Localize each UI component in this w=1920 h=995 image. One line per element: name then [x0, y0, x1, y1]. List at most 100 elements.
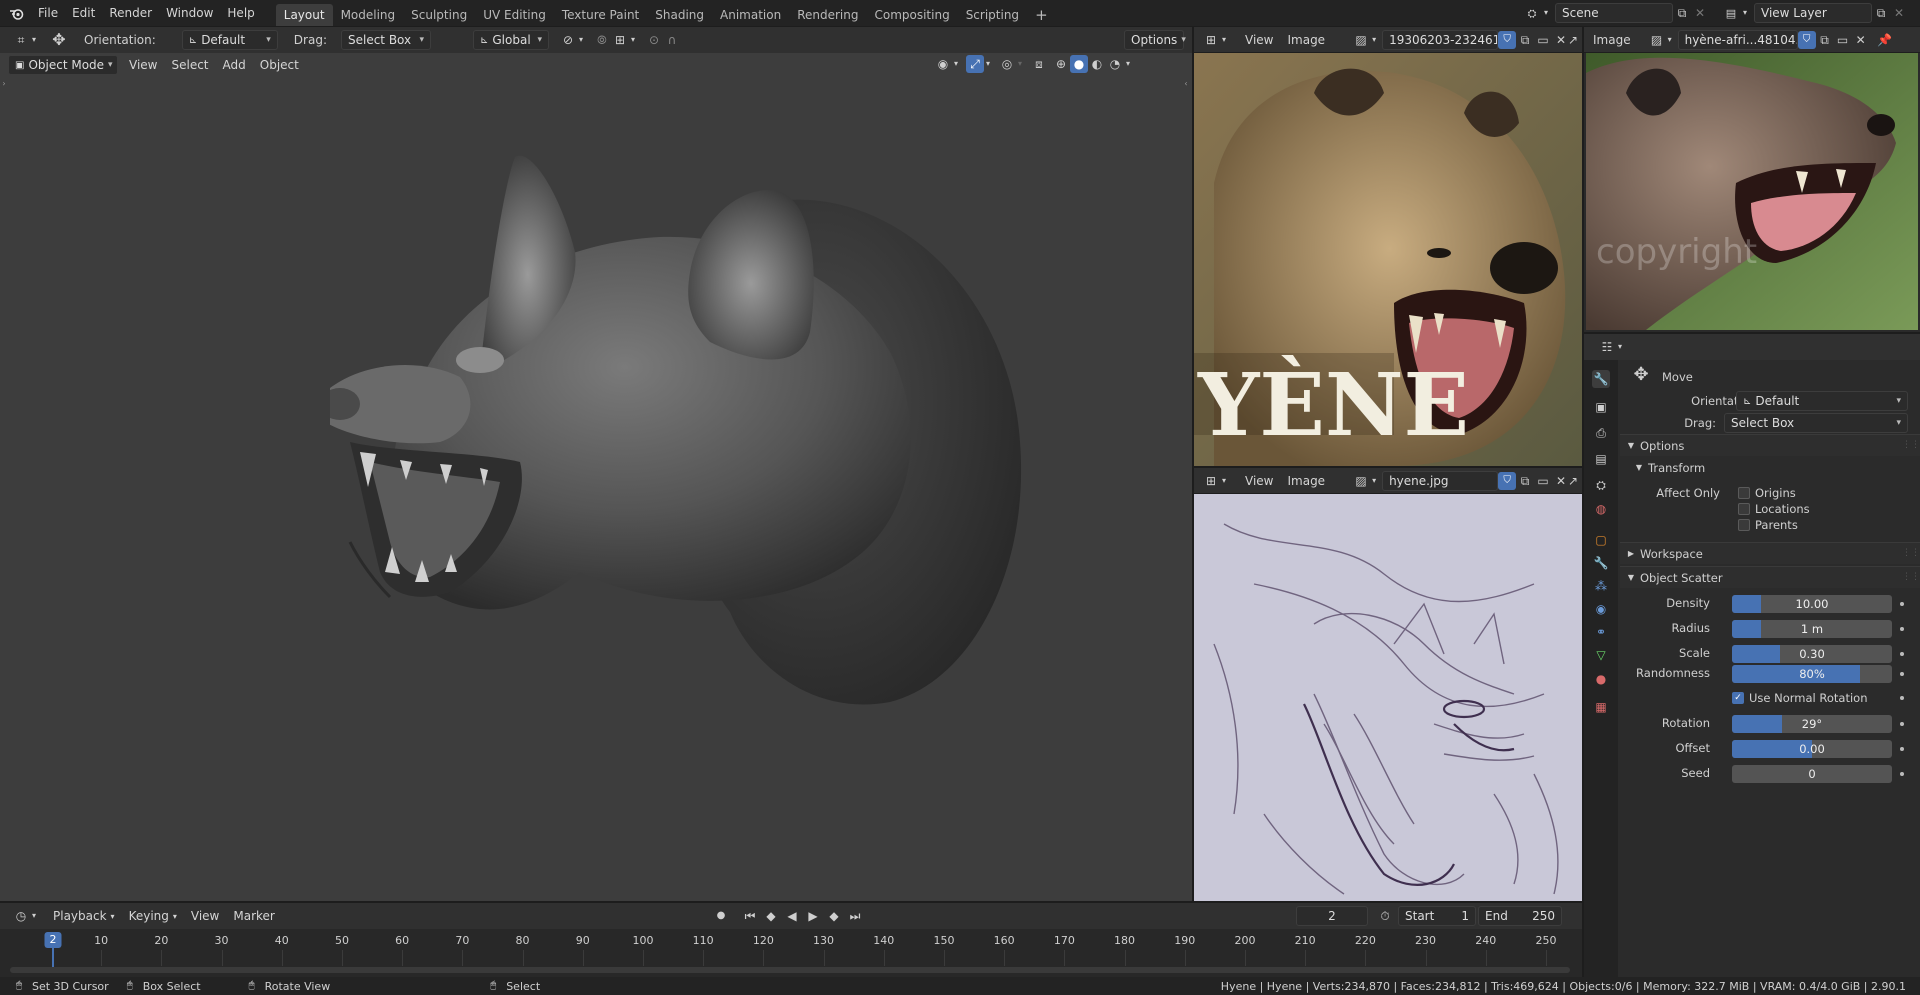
remove-view-layer-icon[interactable]: ✕ — [1890, 4, 1908, 22]
image-bottom-name-field[interactable]: hyene.jpg — [1382, 470, 1499, 491]
keyframe-dot-icon[interactable] — [1900, 652, 1904, 656]
new-image-icon[interactable]: ⧉ — [1516, 31, 1534, 49]
current-frame-field[interactable]: 2 — [1296, 906, 1368, 926]
tab-scripting[interactable]: Scripting — [958, 4, 1027, 26]
editor-corner-icon[interactable]: ↗ — [1564, 31, 1582, 49]
start-frame-field[interactable]: Start 1 — [1398, 906, 1476, 926]
jump-start-icon[interactable]: ⏮ — [741, 907, 759, 925]
wireframe-shading-icon[interactable]: ⊕ — [1052, 55, 1070, 73]
menu-file[interactable]: File — [31, 3, 65, 23]
new-scene-icon[interactable]: ⧉ — [1673, 4, 1691, 22]
image-editor-icon[interactable]: ⊞ — [1202, 31, 1220, 49]
open-image-icon[interactable]: ▭ — [1534, 472, 1552, 490]
tab-layout[interactable]: Layout — [275, 4, 333, 26]
open-image-icon[interactable]: ▭ — [1534, 31, 1552, 49]
transform-subpanel-header[interactable]: ▼ Transform — [1630, 458, 1920, 478]
timeline-menu-marker[interactable]: Marker — [226, 906, 281, 926]
material-tab-icon[interactable]: ● — [1592, 670, 1610, 688]
tab-texture-paint[interactable]: Texture Paint — [554, 4, 647, 26]
drag-handle-icon[interactable]: ⋮⋮ — [1902, 569, 1920, 587]
scene-field[interactable]: Scene — [1555, 3, 1673, 23]
tab-compositing[interactable]: Compositing — [866, 4, 957, 26]
image-browse-icon[interactable]: ▨ — [1352, 31, 1370, 49]
render-tab-icon[interactable]: ▣ — [1592, 398, 1610, 416]
transform-space-dropdown[interactable]: ⊾ Global ▾ — [472, 30, 549, 50]
gizmo-icon[interactable]: ⤢ — [966, 55, 984, 73]
menu-window[interactable]: Window — [159, 3, 220, 23]
jump-end-icon[interactable]: ⏭ — [846, 907, 864, 925]
image-right-name-field[interactable]: hyène-afri...48104.jpg — [1677, 29, 1798, 50]
scene-selector[interactable]: ⛭ ▾ Scene ⧉ ✕ — [1523, 3, 1741, 23]
new-image-icon[interactable]: ⧉ — [1516, 472, 1534, 490]
view-layer-selector[interactable]: ▤ ▾ View Layer ⧉ ✕ — [1722, 3, 1918, 23]
particles-tab-icon[interactable]: ⁂ — [1592, 577, 1610, 595]
tab-sculpting[interactable]: Sculpting — [403, 4, 475, 26]
properties-drag-dropdown[interactable]: Select Box ▾ — [1724, 413, 1908, 433]
modifier-tab-icon[interactable]: 🔧 — [1592, 554, 1610, 572]
constraints-tab-icon[interactable]: ⚭ — [1592, 623, 1610, 641]
physics-tab-icon[interactable]: ◉ — [1592, 600, 1610, 618]
scene-tab-icon[interactable]: ⛭ — [1592, 476, 1610, 494]
end-frame-field[interactable]: End 250 — [1478, 906, 1562, 926]
object-tab-icon[interactable]: ▢ — [1592, 531, 1610, 549]
timeline-editor-icon[interactable]: ◷ — [12, 907, 30, 925]
density-slider[interactable]: 10.00 — [1732, 595, 1892, 613]
image-right-menu-image[interactable]: Image — [1586, 30, 1638, 50]
close-image-icon[interactable]: ✕ — [1852, 31, 1870, 49]
viewport-3d[interactable]: ⌗ ▾ ✥ Orientation: ⊾ Default ▾ Drag: Sel… — [0, 27, 1192, 901]
image-top-menu-image[interactable]: Image — [1280, 30, 1332, 50]
blender-logo-icon[interactable] — [7, 4, 25, 22]
drag-handle-icon[interactable]: ⋮⋮ — [1902, 437, 1920, 455]
timeline-menu-keying[interactable]: Keying ▾ — [122, 906, 184, 926]
view-layer-field[interactable]: View Layer — [1754, 3, 1872, 23]
tool-tab-icon[interactable]: 🔧 — [1592, 370, 1610, 388]
object-scatter-panel-header[interactable]: ▼ Object Scatter ⋮⋮ — [1620, 566, 1920, 588]
viewport-menu-add[interactable]: Add — [216, 55, 253, 75]
keyframe-dot-icon[interactable] — [1900, 627, 1904, 631]
radius-slider[interactable]: 1 m — [1732, 620, 1892, 638]
view-layer-tab-icon[interactable]: ▤ — [1592, 450, 1610, 468]
image-browse-icon[interactable]: ▨ — [1352, 472, 1370, 490]
image-top-name-field[interactable]: 19306203-232461... — [1382, 29, 1499, 50]
orientation-dropdown[interactable]: ⊾ Default ▾ — [181, 30, 278, 50]
menu-edit[interactable]: Edit — [65, 3, 102, 23]
image-top-menu-view[interactable]: View — [1238, 30, 1280, 50]
keyframe-dot-icon[interactable] — [1900, 722, 1904, 726]
snap-icon[interactable]: ⦾ — [593, 31, 611, 49]
timeline-scrollbar[interactable] — [10, 967, 1570, 973]
new-view-layer-icon[interactable]: ⧉ — [1872, 4, 1890, 22]
timeline-menu-playback[interactable]: Playback ▾ — [46, 906, 122, 926]
options-panel-header[interactable]: ▼ Options ⋮⋮ — [1620, 434, 1920, 456]
data-tab-icon[interactable]: ▽ — [1592, 646, 1610, 664]
keyframe-dot-icon[interactable] — [1900, 696, 1904, 700]
image-bottom-menu-view[interactable]: View — [1238, 471, 1280, 491]
keyframe-dot-icon[interactable] — [1900, 672, 1904, 676]
viewport-menu-select[interactable]: Select — [164, 55, 215, 75]
stopwatch-icon[interactable]: ⏱ — [1376, 907, 1394, 925]
rotation-slider[interactable]: 29° — [1732, 715, 1892, 733]
record-icon[interactable]: ● — [712, 907, 730, 925]
fake-user-icon[interactable]: ⛉ — [1498, 471, 1517, 490]
texture-tab-icon[interactable]: ▦ — [1592, 698, 1610, 716]
play-icon[interactable]: ▶ — [804, 907, 822, 925]
tab-shading[interactable]: Shading — [647, 4, 712, 26]
proportional-edit-icon[interactable]: ⊙ — [645, 31, 663, 49]
overlays-icon[interactable]: ◎ — [998, 55, 1016, 73]
hyena-sculpt-model[interactable] — [330, 142, 1050, 802]
tab-animation[interactable]: Animation — [712, 4, 789, 26]
keyframe-dot-icon[interactable] — [1900, 602, 1904, 606]
keyframe-dot-icon[interactable] — [1900, 747, 1904, 751]
object-mode-dropdown[interactable]: ▣ Object Mode ▾ — [8, 55, 118, 75]
new-image-icon[interactable]: ⧉ — [1816, 31, 1834, 49]
offset-slider[interactable]: 0.00 — [1732, 740, 1892, 758]
remove-scene-icon[interactable]: ✕ — [1691, 4, 1709, 22]
playhead-frame-badge[interactable]: 2 — [44, 932, 62, 948]
properties-orientation-dropdown[interactable]: ⊾ Default ▾ — [1736, 391, 1908, 411]
drag-dropdown[interactable]: Select Box ▾ — [340, 30, 431, 50]
add-workspace-button[interactable]: + — [1027, 4, 1056, 26]
viewport-menu-view[interactable]: View — [122, 55, 164, 75]
workspace-panel-header[interactable]: ▶ Workspace ⋮⋮ — [1620, 542, 1920, 564]
tab-modeling[interactable]: Modeling — [333, 4, 404, 26]
open-image-icon[interactable]: ▭ — [1834, 31, 1852, 49]
fake-user-icon[interactable]: ⛉ — [1498, 30, 1517, 49]
